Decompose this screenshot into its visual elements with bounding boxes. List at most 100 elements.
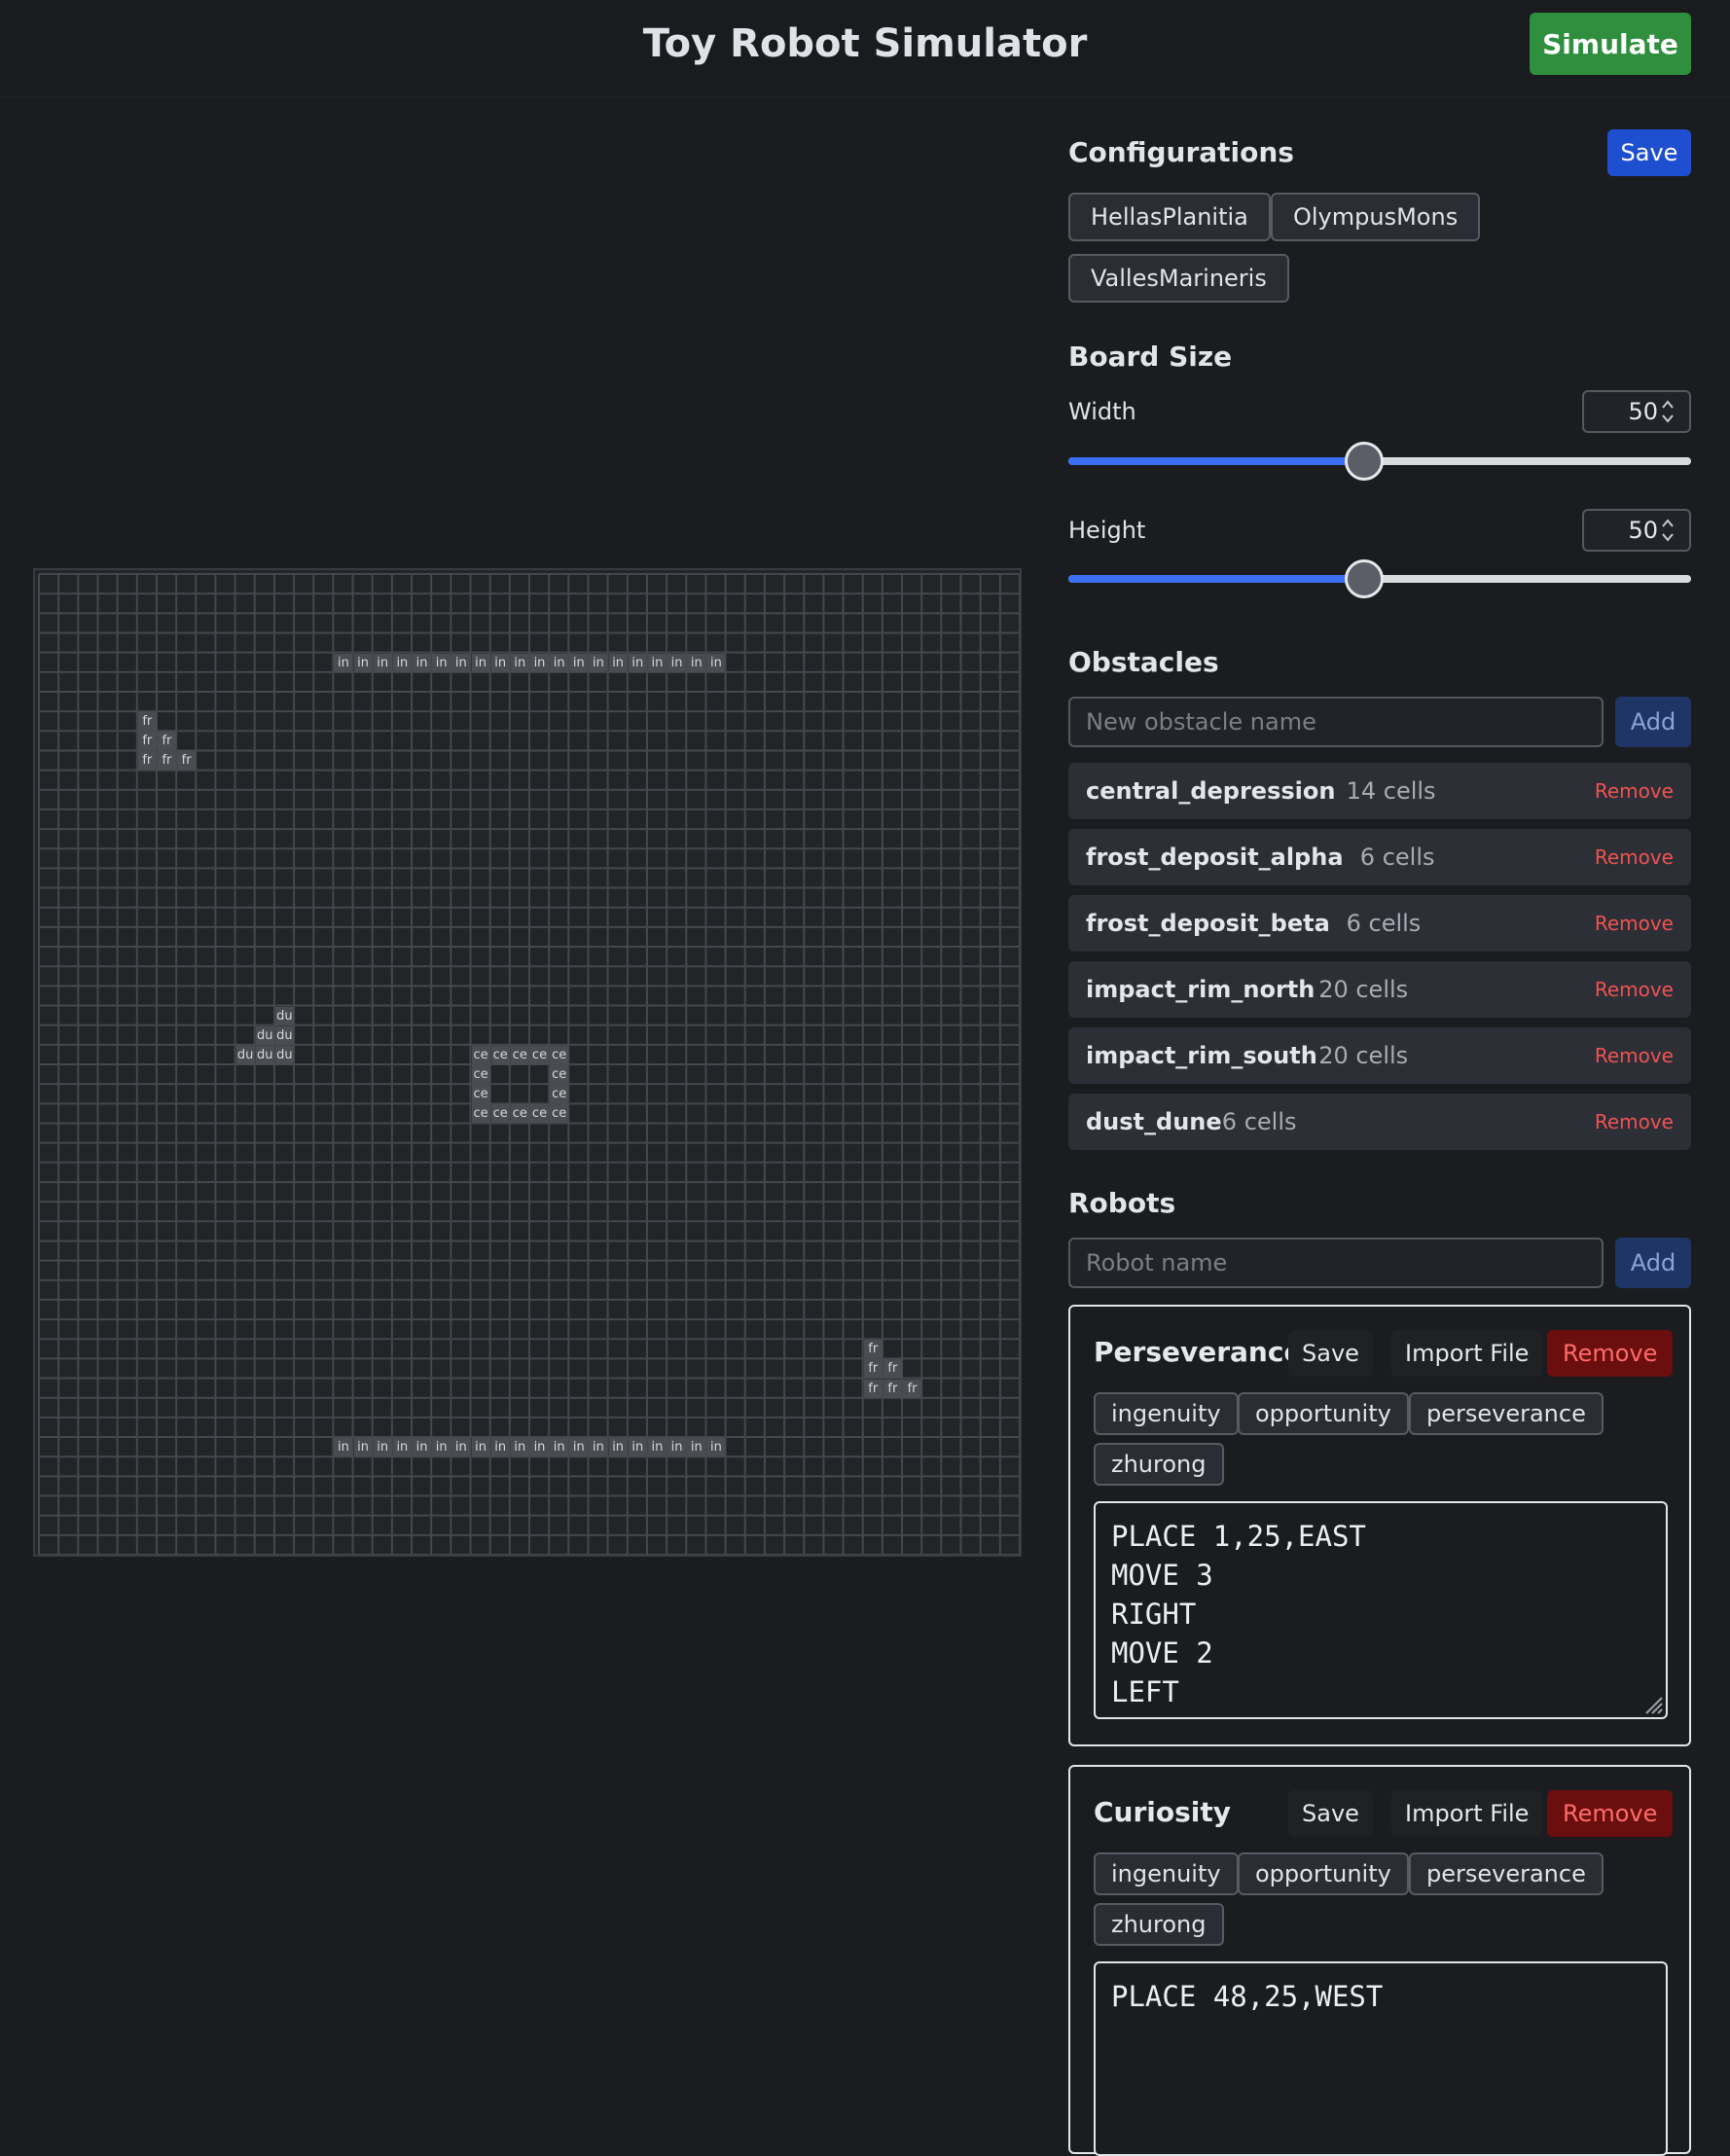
obstacle-cell[interactable]: in [687, 1438, 706, 1457]
obstacle-cell[interactable]: ce [471, 1065, 490, 1084]
obstacle-cell[interactable]: in [392, 653, 412, 672]
config-chip-olympusmons[interactable]: OlympusMons [1271, 193, 1481, 241]
spinner-icon[interactable] [1660, 515, 1676, 546]
obstacle-cell[interactable]: in [490, 1438, 510, 1457]
obstacle-cell[interactable]: in [392, 1438, 412, 1457]
obstacle-cell[interactable]: in [647, 1438, 667, 1457]
obstacle-cell[interactable]: in [432, 653, 451, 672]
obstacle-cell[interactable]: in [471, 653, 490, 672]
robot-tag-ingenuity[interactable]: ingenuity [1094, 1852, 1239, 1895]
width-slider-handle[interactable] [1345, 442, 1384, 481]
obstacle-cell[interactable]: in [451, 653, 471, 672]
obstacle-cell[interactable]: in [334, 653, 353, 672]
obstacle-cell[interactable]: in [373, 1438, 392, 1457]
obstacle-row[interactable]: central_depression 14 cells Remove [1068, 763, 1691, 819]
obstacle-cell[interactable]: ce [471, 1104, 490, 1124]
robot-tag-opportunity[interactable]: opportunity [1238, 1852, 1409, 1895]
width-number-input[interactable]: 50 [1582, 390, 1691, 433]
obstacle-cell[interactable]: fr [157, 732, 176, 751]
obstacle-row[interactable]: dust_dune 6 cells Remove [1068, 1094, 1691, 1150]
obstacle-cell[interactable]: du [274, 1025, 294, 1045]
obstacle-row[interactable]: frost_deposit_alpha 6 cells Remove [1068, 829, 1691, 885]
obstacle-cell[interactable]: in [589, 1438, 608, 1457]
obstacle-cell[interactable]: in [647, 653, 667, 672]
obstacle-cell[interactable]: ce [550, 1045, 569, 1064]
obstacle-cell[interactable]: fr [137, 751, 157, 771]
obstacle-cell[interactable]: fr [137, 712, 157, 732]
add-robot-button[interactable]: Add [1615, 1238, 1691, 1288]
remove-robot-button[interactable]: Remove [1547, 1790, 1674, 1837]
obstacle-cell[interactable]: in [569, 653, 589, 672]
robot-name-input[interactable] [1068, 1238, 1604, 1288]
obstacle-cell[interactable]: in [490, 653, 510, 672]
remove-obstacle-button[interactable]: Remove [1595, 829, 1674, 885]
robot-tag-zhurong[interactable]: zhurong [1094, 1903, 1224, 1946]
obstacle-cell[interactable]: ce [550, 1065, 569, 1084]
obstacle-cell[interactable]: in [510, 653, 529, 672]
obstacle-cell[interactable]: in [530, 1438, 549, 1457]
obstacle-cell[interactable]: ce [530, 1104, 549, 1124]
obstacle-cell[interactable]: in [471, 1438, 490, 1457]
obstacle-cell[interactable]: in [687, 653, 706, 672]
obstacle-cell[interactable]: fr [883, 1359, 902, 1379]
robot-commands-textarea[interactable]: PLACE 1,25,EAST MOVE 3 RIGHT MOVE 2 LEFT [1094, 1501, 1668, 1719]
obstacle-cell[interactable]: fr [177, 751, 197, 771]
obstacle-cell[interactable]: in [451, 1438, 471, 1457]
robot-tag-zhurong[interactable]: zhurong [1094, 1443, 1224, 1486]
import-file-button[interactable]: Import File [1391, 1790, 1543, 1837]
save-configuration-button[interactable]: Save [1607, 129, 1691, 176]
config-chip-hellasplanitia[interactable]: HellasPlanitia [1068, 193, 1271, 241]
obstacle-cell[interactable]: fr [863, 1359, 883, 1379]
obstacle-cell[interactable]: in [550, 1438, 569, 1457]
save-robot-button[interactable]: Save [1288, 1790, 1373, 1837]
robot-commands-textarea[interactable]: PLACE 48,25,WEST [1094, 1961, 1668, 2156]
obstacle-cell[interactable]: fr [903, 1379, 922, 1398]
obstacle-cell[interactable]: ce [490, 1045, 510, 1064]
obstacle-cell[interactable]: ce [490, 1104, 510, 1124]
obstacle-cell[interactable]: in [353, 1438, 373, 1457]
obstacle-cell[interactable]: in [706, 1438, 726, 1457]
remove-robot-button[interactable]: Remove [1547, 1330, 1674, 1377]
obstacle-cell[interactable]: du [274, 1045, 294, 1064]
obstacle-cell[interactable]: ce [510, 1045, 529, 1064]
remove-obstacle-button[interactable]: Remove [1595, 1027, 1674, 1084]
obstacle-cell[interactable]: in [373, 653, 392, 672]
obstacle-cell[interactable]: fr [863, 1340, 883, 1359]
obstacle-cell[interactable]: in [569, 1438, 589, 1457]
obstacle-cell[interactable]: du [235, 1045, 255, 1064]
robot-tag-perseverance[interactable]: perseverance [1409, 1392, 1604, 1435]
obstacle-cell[interactable]: in [706, 653, 726, 672]
remove-obstacle-button[interactable]: Remove [1595, 961, 1674, 1018]
obstacle-cell[interactable]: fr [157, 751, 176, 771]
spinner-icon[interactable] [1660, 396, 1676, 427]
obstacle-cell[interactable]: in [608, 1438, 628, 1457]
obstacle-row[interactable]: frost_deposit_beta 6 cells Remove [1068, 895, 1691, 952]
obstacle-cell[interactable]: du [274, 1006, 294, 1025]
obstacle-cell[interactable]: du [255, 1025, 274, 1045]
obstacle-cell[interactable]: in [432, 1438, 451, 1457]
obstacle-cell[interactable]: in [589, 653, 608, 672]
obstacle-cell[interactable]: ce [471, 1045, 490, 1064]
height-slider[interactable] [1068, 559, 1691, 598]
config-chip-vallesmarineris[interactable]: VallesMarineris [1068, 254, 1289, 303]
import-file-button[interactable]: Import File [1391, 1330, 1543, 1377]
remove-obstacle-button[interactable]: Remove [1595, 895, 1674, 952]
obstacle-cell[interactable]: in [667, 1438, 687, 1457]
obstacle-cell[interactable]: fr [863, 1379, 883, 1398]
obstacle-cell[interactable]: in [413, 1438, 432, 1457]
obstacle-cell[interactable]: in [608, 653, 628, 672]
obstacle-cell[interactable]: du [255, 1045, 274, 1064]
resize-handle-icon[interactable] [1640, 1692, 1664, 1715]
obstacle-cell[interactable]: ce [550, 1104, 569, 1124]
obstacle-cell[interactable]: in [334, 1438, 353, 1457]
obstacle-cell[interactable]: ce [550, 1085, 569, 1104]
save-robot-button[interactable]: Save [1288, 1330, 1373, 1377]
simulate-button[interactable]: Simulate [1530, 13, 1691, 75]
add-obstacle-button[interactable]: Add [1615, 697, 1691, 747]
obstacle-name-input[interactable] [1068, 697, 1604, 747]
obstacle-cell[interactable]: ce [471, 1085, 490, 1104]
remove-obstacle-button[interactable]: Remove [1595, 1094, 1674, 1150]
height-slider-handle[interactable] [1345, 559, 1384, 598]
robot-tag-ingenuity[interactable]: ingenuity [1094, 1392, 1239, 1435]
width-slider[interactable] [1068, 442, 1691, 481]
